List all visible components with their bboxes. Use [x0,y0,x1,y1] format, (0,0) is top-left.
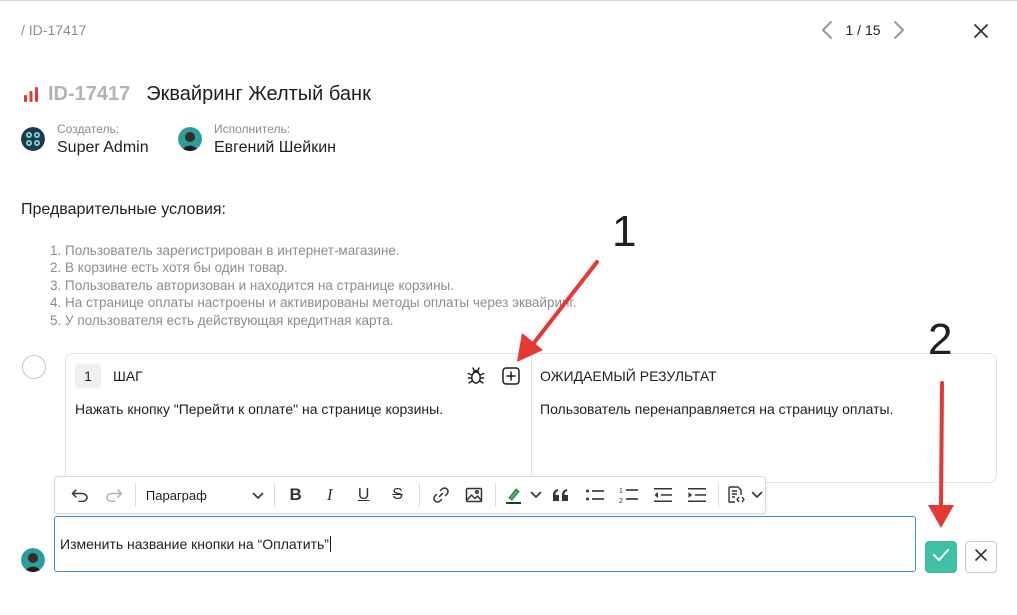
step-column: 1 ШАГ Нажать кнопку "Перейти к оплате" н… [66,354,532,482]
annotation-label-1: 1 [612,207,637,256]
close-icon[interactable] [970,20,992,42]
list-item: 4. На странице оплаты настроены и активи… [50,295,577,311]
chevron-down-icon [252,488,264,503]
indent-icon[interactable] [680,480,714,510]
step-text[interactable]: Нажать кнопку "Перейти к оплате" на стра… [75,401,443,417]
numbered-list-icon[interactable]: 12 [612,480,646,510]
svg-text:2: 2 [619,498,623,504]
add-step-icon[interactable] [501,366,521,386]
image-icon[interactable] [457,480,491,510]
paragraph-select[interactable]: Параграф [140,480,270,510]
creator-role: Создатель: [57,122,120,136]
toolbar-divider [495,483,497,507]
confirm-button[interactable] [925,541,957,573]
preconditions-heading: Предварительные условия: [21,201,226,218]
editor-toolbar: Параграф B I U S 12 [54,476,766,514]
bug-icon[interactable] [466,366,486,386]
next-chevron-icon[interactable] [890,18,908,42]
undo-icon[interactable] [63,480,97,510]
step-label: ШАГ [113,368,143,384]
toolbar-divider [718,483,720,507]
assignee-avatar [178,127,202,151]
assignee-name: Евгений Шейкин [214,139,336,156]
annotation-arrow-2-head [928,505,954,528]
highlight-marker-icon[interactable] [500,480,528,510]
toolbar-divider [273,483,275,507]
text-caret [329,536,331,552]
close-icon [974,548,988,567]
priority-bars-icon [22,86,40,104]
step-number: 1 [75,364,101,388]
list-item: 5. У пользователя есть действующая креди… [50,312,394,328]
svg-text:1: 1 [619,488,623,495]
redo-icon[interactable] [97,480,131,510]
list-item: 3. Пользователь авторизован и находится … [50,277,455,293]
result-text[interactable]: Пользователь перенаправляется на страниц… [540,401,894,417]
prev-chevron-icon[interactable] [818,18,836,42]
task-title-row: ID-17417 Эквайринг Желтый банк [22,83,371,106]
paragraph-select-label: Параграф [145,487,207,503]
toolbar-divider [418,483,420,507]
task-id: ID-17417 [48,83,131,105]
result-column: ОЖИДАЕМЫЙ РЕЗУЛЬТАТ Пользователь перенап… [532,354,996,482]
blockquote-icon[interactable] [544,480,578,510]
source-code-icon[interactable] [723,480,749,510]
step-card: 1 ШАГ Нажать кнопку "Перейти к оплате" н… [65,353,997,483]
result-label: ОЖИДАЕМЫЙ РЕЗУЛЬТАТ [540,368,717,384]
preconditions-list: 1. Пользователь зарегистрирован в интерн… [50,242,576,329]
pager-count: 1 / 15 [845,22,881,38]
outdent-icon[interactable] [646,480,680,510]
check-icon [932,548,950,567]
creator-avatar [21,127,45,151]
top-divider [0,0,1017,1]
bold-button[interactable]: B [279,480,313,510]
italic-button[interactable]: I [313,480,347,510]
source-chevron-down-icon[interactable] [749,480,765,510]
comment-input[interactable]: Изменить название кнопки на “Оплатить” [54,516,916,572]
assignee-block: Исполнитель: Евгений Шейкин [178,121,336,159]
avatar [21,548,45,572]
list-item: 2. В корзине есть хотя бы один товар. [50,260,288,276]
creator-block: Создатель: Super Admin [21,121,149,159]
assignee-role: Исполнитель: [214,122,291,136]
link-icon[interactable] [424,480,458,510]
pager: 1 / 15 [818,18,908,42]
toolbar-divider [134,483,136,507]
bullet-list-icon[interactable] [578,480,612,510]
page-title: Эквайринг Желтый банк [146,83,371,105]
highlight-chevron-down-icon[interactable] [528,480,544,510]
cancel-button[interactable] [965,541,997,573]
strikethrough-button[interactable]: S [381,480,415,510]
list-item: 1. Пользователь зарегистрирован в интерн… [50,243,400,258]
breadcrumb[interactable]: / ID-17417 [21,22,86,38]
creator-name: Super Admin [57,139,149,156]
annotation-label-2: 2 [928,315,953,364]
step-status-radio[interactable] [22,355,46,379]
comment-input-value: Изменить название кнопки на “Оплатить” [60,536,329,552]
underline-button[interactable]: U [347,480,381,510]
